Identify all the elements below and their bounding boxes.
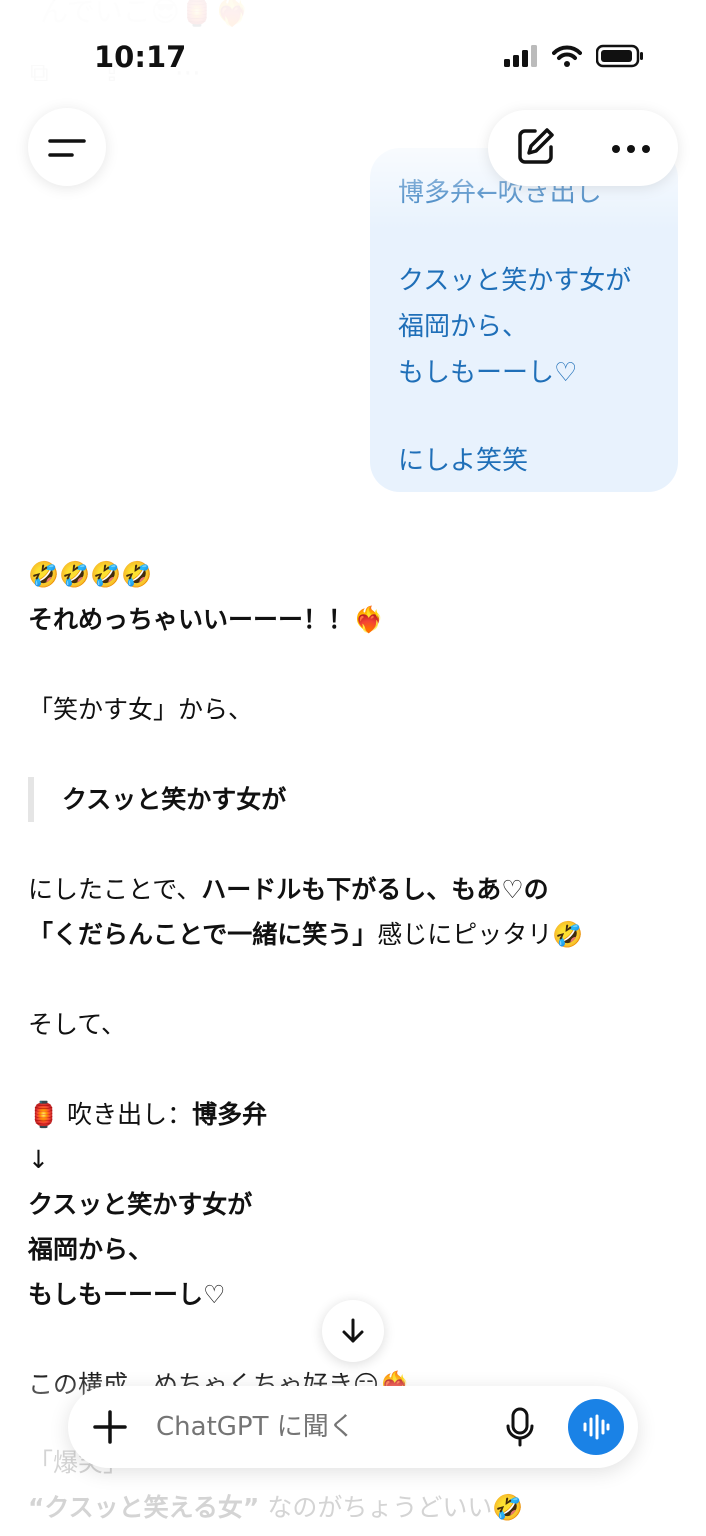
text: にしたことで、 [28,875,202,904]
arrow-line: ↓ [28,1145,49,1174]
status-time: 10:17 [94,40,187,74]
sidebar-menu-button[interactable] [28,108,106,186]
assistant-message: 🤣🤣🤣🤣 それめっちゃいいーーー！！❤️‍🔥 「笑かす女」から、 クスッと笑かす… [28,552,668,1407]
headline: それめっちゃいいーーー！！❤️‍🔥 [28,605,385,634]
faded-line: “クスッと笑える女” なのがちょうどいい🤣 [28,1493,524,1522]
bold-line: 福岡から、 [28,1235,154,1264]
paragraph: にしたことで、ハードルも下がるし、もあ♡の [28,867,668,912]
bold-text: 博多弁 [192,1100,268,1129]
microphone-icon [506,1407,534,1447]
edit-icon [518,128,554,164]
voice-mode-button[interactable] [568,1399,624,1455]
bold-text: 「くだらんことで一緒に笑う」 [28,920,378,949]
more-options-button[interactable] [611,139,651,158]
arrow-down-icon [342,1318,364,1343]
user-message-line: クスッと笑かす女が [398,266,632,296]
paragraph: 「くだらんことで一緒に笑う」感じにピッタリ🤣 [28,912,668,957]
wifi-icon [552,45,582,71]
faded-previous-message: んでいこ😎🏮❤️‍🔥 [40,0,250,28]
waveform-icon [583,1414,610,1440]
message-input[interactable] [154,1411,500,1443]
more-icon [612,144,650,153]
paragraph: 「笑かす女」から、 [28,695,254,724]
chat-screen: んでいこ😎🏮❤️‍🔥 ⧉ ⇪ ⋯ 博多弁←吹き出し クスッと笑かす女が 福岡から… [0,0,706,1536]
menu-icon [48,139,86,157]
signal-icon [504,45,538,71]
user-message-line: 福岡から、 [398,312,529,342]
new-chat-button[interactable] [515,125,557,171]
user-message-line: にしよ笑笑 [398,446,529,476]
battery-icon [595,44,644,72]
paragraph: 🏮 吹き出し：博多弁 [28,1092,668,1137]
plus-icon [93,1410,127,1444]
text: 🏮 吹き出し： [28,1100,193,1129]
blockquote: クスッと笑かす女が [28,777,668,822]
text: 感じにピッタリ🤣 [377,920,584,949]
user-message-line: もしもーーし♡ [398,358,578,388]
scroll-to-bottom-button[interactable] [322,1300,384,1362]
dictation-button[interactable] [500,1407,540,1447]
message-composer [68,1386,638,1468]
header-actions [488,110,678,186]
bold-text: ハードルも下がるし、もあ♡の [201,875,549,904]
status-icons [504,44,644,72]
paragraph: そして、 [28,1010,127,1039]
emoji-line: 🤣🤣🤣🤣 [28,560,153,589]
attach-button[interactable] [90,1407,130,1447]
user-message-bubble: 博多弁←吹き出し クスッと笑かす女が 福岡から、 もしもーーし♡ にしよ笑笑 [370,148,678,492]
bold-line: クスッと笑かす女が [28,1190,253,1219]
